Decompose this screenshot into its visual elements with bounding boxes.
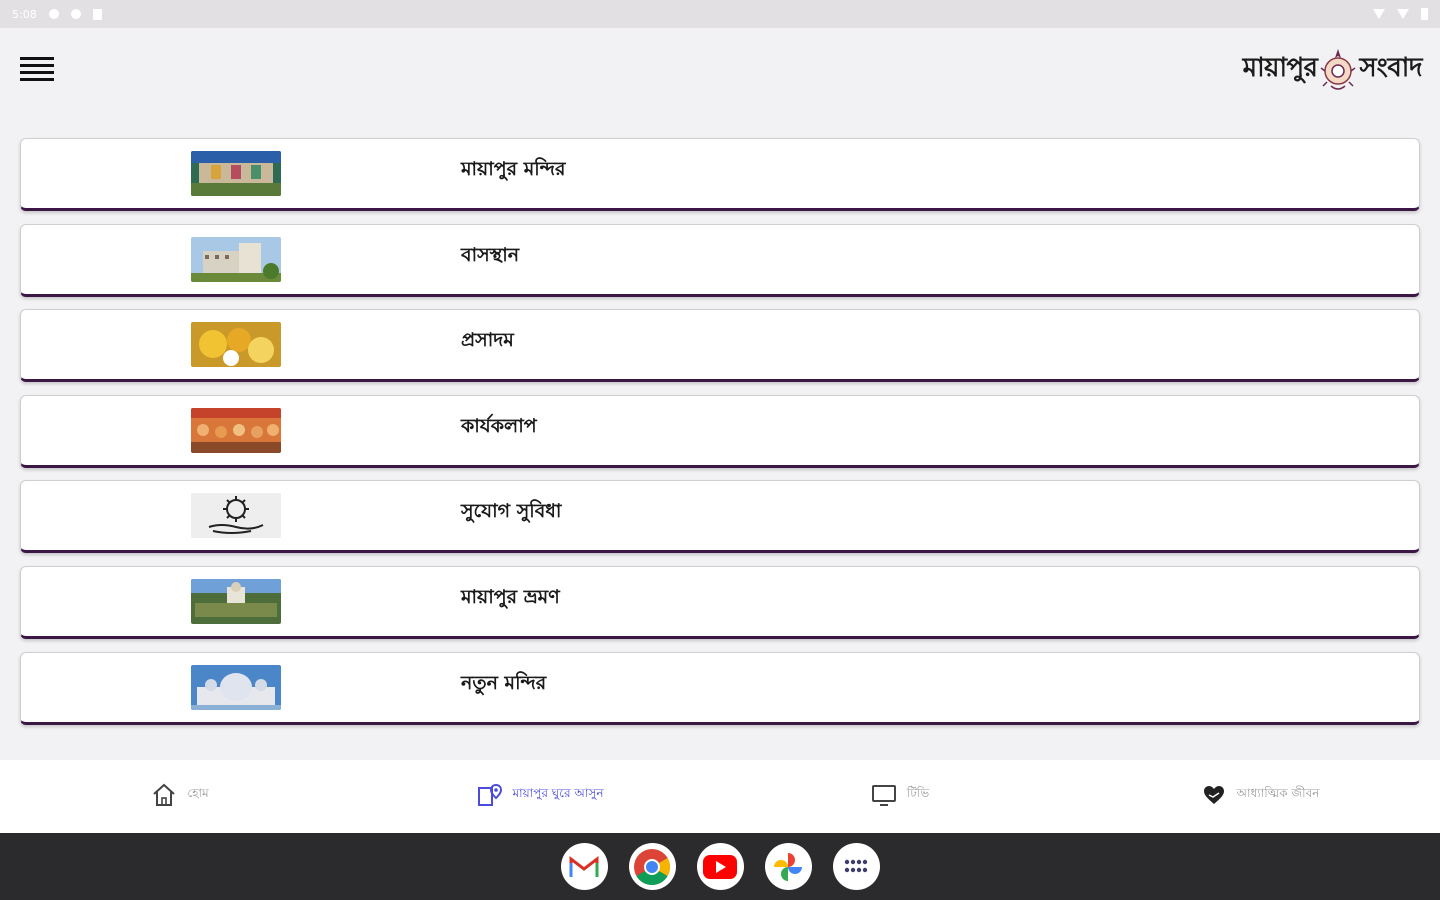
new-temple-dome-photo (191, 664, 281, 710)
bottom-navigation: হোম মায়াপুর ঘুরে আসুন টিভি আধ্যাত্মিক জ… (0, 760, 1440, 833)
tab-visit-mayapur[interactable]: মায়াপুর ঘুরে আসুন (360, 782, 720, 808)
chrome-icon[interactable] (628, 843, 676, 890)
list-item-mayapur-tour[interactable]: মায়াপুর ভ্রমণ (20, 565, 1420, 639)
battery-icon (1421, 8, 1428, 20)
list-item-facilities[interactable]: সুযোগ সুবিধা (20, 480, 1420, 554)
signal-icon (1397, 9, 1409, 19)
brand-text-right: সংবাদ (1359, 53, 1422, 83)
temple-gathering-photo (191, 151, 281, 196)
activities-crowd-photo (191, 407, 281, 453)
tab-tv[interactable]: টিভি (720, 782, 1080, 808)
hamburger-menu-icon[interactable] (20, 54, 56, 84)
accommodation-building-photo (191, 236, 281, 282)
tab-tv-label: টিভি (906, 785, 930, 800)
photos-icon[interactable] (764, 843, 812, 890)
list-item-accommodation[interactable]: বাসস্থান (20, 223, 1420, 297)
list-item-label: বাসস্থান (461, 243, 520, 266)
list-item-label: সুযোগ সুবিধা (461, 500, 562, 523)
list-item-label: মায়াপুর ভ্রমণ (461, 585, 560, 608)
tab-spiritual-life[interactable]: আধ্যাত্মিক জীবন (1080, 782, 1440, 808)
tab-home[interactable]: হোম (0, 782, 360, 808)
brand-text-left: মায়াপুর (1242, 53, 1318, 83)
map-pin-icon (477, 783, 502, 806)
mayapur-aerial-photo (191, 578, 281, 624)
status-left: 5:08 (12, 8, 102, 21)
tab-spiritual-life-label: আধ্যাত্মিক জীবন (1236, 785, 1320, 800)
heart-hands-icon (1203, 785, 1224, 804)
sd-card-status-icon (92, 8, 102, 20)
location-status-icon (70, 9, 81, 19)
facilities-hand-icon (191, 493, 281, 539)
brand-logo: মায়াপুর সংবাদ (1243, 46, 1422, 92)
home-icon (153, 783, 175, 806)
settings-status-icon (48, 9, 59, 19)
app-header: মায়াপুর সংবাদ (0, 28, 1440, 110)
list-item-label: কার্যকলাপ (461, 414, 537, 437)
list-item-prasadam[interactable]: প্রসাদম (20, 309, 1420, 383)
lotus-emblem-icon (1321, 49, 1356, 90)
list-item-label: মায়াপুর মন্দির (461, 158, 566, 180)
list-item-activities[interactable]: কার্যকলাপ (20, 394, 1420, 468)
status-time: 5:08 (12, 7, 37, 21)
status-right (1373, 8, 1428, 20)
gmail-icon[interactable] (560, 843, 608, 890)
tab-home-label: হোম (187, 785, 209, 800)
prasadam-food-photo (191, 322, 281, 368)
list-item-new-temple[interactable]: নতুন মন্দির (20, 651, 1420, 725)
youtube-icon[interactable] (696, 843, 744, 890)
tv-icon (871, 784, 896, 806)
status-bar: 5:08 (0, 0, 1440, 28)
list-item-label: প্রসাদম (461, 329, 514, 352)
menu-list: মায়াপুর মন্দির বাসস্থান প্রসাদম কার্যকল… (20, 138, 1420, 737)
tab-visit-mayapur-label: মায়াপুর ঘুরে আসুন (512, 785, 604, 800)
wifi-icon (1373, 9, 1385, 19)
list-item-label: নতুন মন্দির (461, 671, 547, 694)
list-item-mayapur-temple[interactable]: মায়াপুর মন্দির (20, 138, 1420, 211)
system-dock (0, 833, 1440, 900)
app-drawer-icon[interactable] (832, 843, 880, 890)
